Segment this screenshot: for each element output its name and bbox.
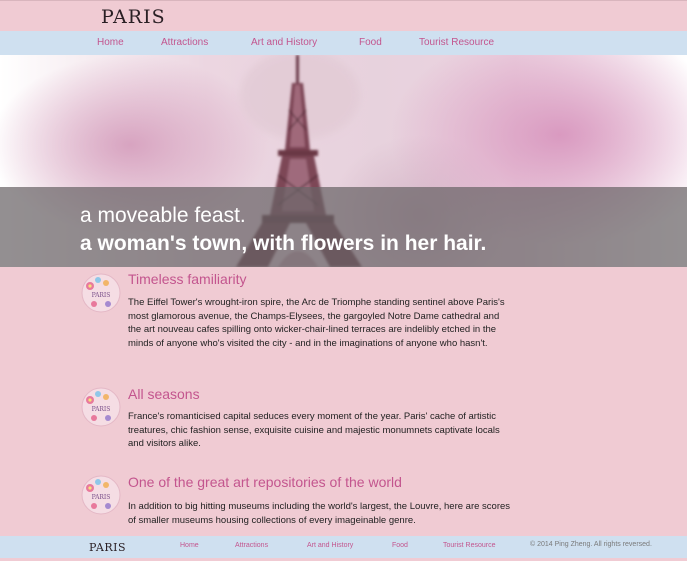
section-title-timeless-familiarity: Timeless familiarity	[128, 271, 247, 287]
svg-text:PARIS: PARIS	[92, 494, 111, 501]
svg-text:PARIS: PARIS	[92, 406, 111, 413]
copyright-text: © 2014 Ping Zheng. All rights reversed.	[530, 541, 652, 548]
paris-flower-badge-icon: PARIS	[81, 387, 121, 427]
section-body-all-seasons: France's romanticised capital seduces ev…	[128, 411, 500, 449]
nav-item-food[interactable]: Food	[359, 37, 382, 48]
hero-headline: a woman's town, with flowers in her hair…	[80, 232, 487, 255]
nav-item-attractions[interactable]: Attractions	[161, 37, 208, 48]
section-title-art-repositories: One of the great art repositories of the…	[128, 474, 402, 490]
footer: PARIS Home Attractions Art and History F…	[0, 536, 687, 558]
footer-link-food[interactable]: Food	[392, 542, 408, 549]
nav-item-art-and-history[interactable]: Art and History	[251, 37, 317, 48]
paris-flower-badge-icon: PARIS	[81, 475, 121, 515]
svg-text:PARIS: PARIS	[92, 292, 111, 299]
hero-banner: a moveable feast. a woman's town, with f…	[0, 55, 687, 267]
footer-link-home[interactable]: Home	[180, 542, 199, 549]
header: PARIS	[0, 0, 687, 31]
footer-link-attractions[interactable]: Attractions	[235, 542, 268, 549]
main-nav: Home Attractions Art and History Food To…	[0, 31, 687, 55]
paris-flower-badge-icon: PARIS	[81, 273, 121, 313]
logo-text: PARIS	[101, 6, 166, 28]
nav-item-home[interactable]: Home	[97, 37, 124, 48]
hero-tagline: a moveable feast.	[80, 204, 246, 227]
section-body-timeless-familiarity: The Eiffel Tower's wrought-iron spire, t…	[128, 297, 505, 349]
footer-link-tourist-resource[interactable]: Tourist Resource	[443, 542, 496, 549]
footer-logo[interactable]: PARIS	[89, 541, 126, 554]
nav-item-tourist-resource[interactable]: Tourist Resource	[419, 37, 494, 48]
footer-link-art-and-history[interactable]: Art and History	[307, 542, 353, 549]
section-title-all-seasons: All seasons	[128, 386, 200, 402]
page: PARIS Home Attractions Art and History F…	[0, 0, 687, 561]
section-body-art-repositories: In addition to big hitting museums inclu…	[128, 501, 511, 526]
paris-logo[interactable]: PARIS	[101, 6, 166, 28]
